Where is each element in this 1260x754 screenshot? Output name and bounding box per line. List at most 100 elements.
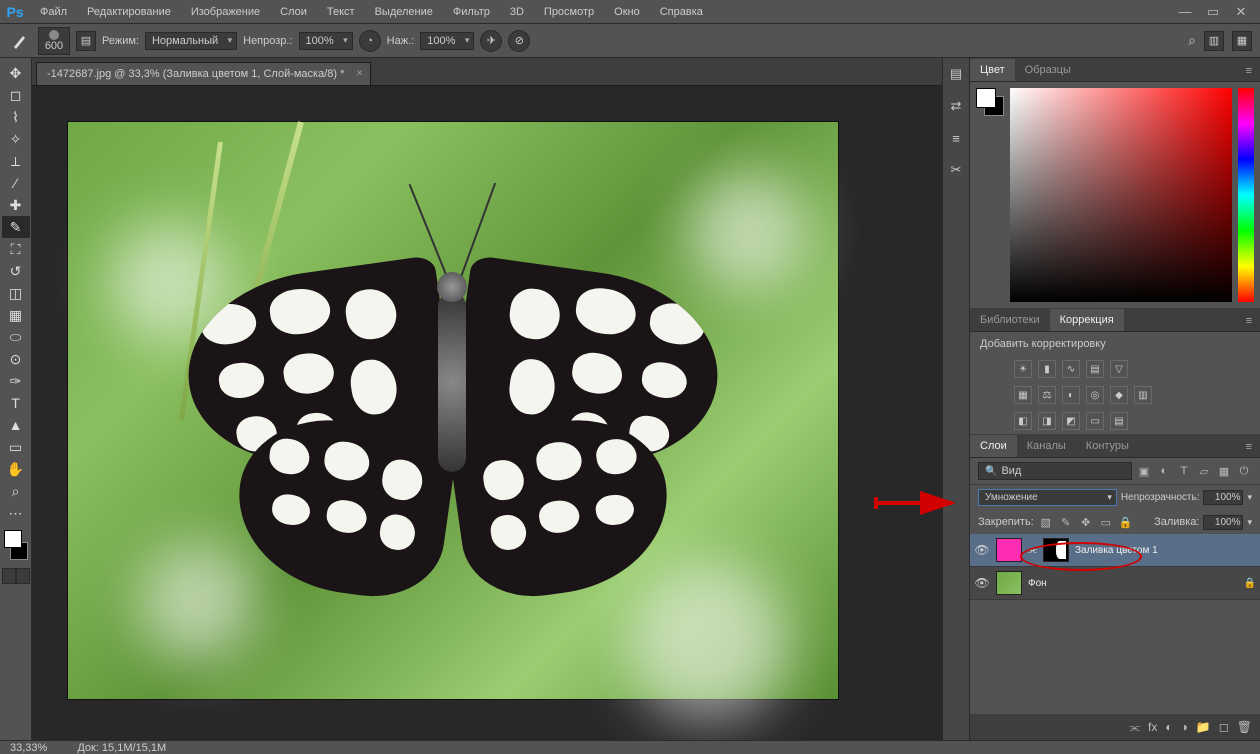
eyedropper-tool[interactable]: ⁄ [2, 172, 30, 194]
move-tool[interactable]: ✥ [2, 62, 30, 84]
history-brush-tool[interactable]: ↺ [2, 260, 30, 282]
link-layers-icon[interactable]: ⫘ [1129, 720, 1140, 735]
color-picker-field[interactable] [1010, 88, 1232, 302]
properties-panel-icon[interactable]: ⇄ [946, 96, 966, 116]
airbrush-button[interactable]: ✈ [480, 30, 502, 52]
layer-opacity-input[interactable]: 100% [1203, 490, 1243, 505]
crop-tool[interactable]: ⟂ [2, 150, 30, 172]
healing-tool[interactable]: ✚ [2, 194, 30, 216]
layer-fx-icon[interactable]: fx [1148, 720, 1157, 734]
screen-mode-button[interactable] [16, 568, 30, 584]
layer-row[interactable]: 👁 Фон 🔒 [970, 567, 1260, 600]
minimize-button[interactable]: — [1174, 4, 1196, 20]
filter-adjust-icon[interactable]: ◐ [1156, 463, 1172, 479]
layer-name[interactable]: Фон [1028, 578, 1047, 589]
hue-icon[interactable]: ▦ [1014, 386, 1032, 404]
tab-libraries[interactable]: Библиотеки [970, 309, 1050, 331]
quick-mask-button[interactable] [2, 568, 16, 584]
menu-filter[interactable]: Фильтр [443, 2, 500, 22]
type-tool[interactable]: T [2, 392, 30, 414]
pressure-size-button[interactable]: ⊘ [508, 30, 530, 52]
document-size[interactable]: Док: 15,1M/15,1M [77, 742, 166, 754]
menu-layers[interactable]: Слои [270, 2, 317, 22]
tab-paths[interactable]: Контуры [1076, 435, 1139, 457]
color-panel-menu[interactable]: ≡ [1238, 61, 1260, 81]
menu-help[interactable]: Справка [650, 2, 713, 22]
new-group-icon[interactable]: 📁 [1196, 720, 1211, 734]
curves-icon[interactable]: ∿ [1062, 360, 1080, 378]
lock-artboard-icon[interactable]: ▭ [1098, 514, 1114, 530]
tab-layers[interactable]: Слои [970, 435, 1017, 457]
filter-smart-icon[interactable]: ▦ [1216, 463, 1232, 479]
opacity-dropdown[interactable]: 100% [299, 32, 353, 50]
add-mask-icon[interactable]: ◐ [1165, 720, 1172, 734]
delete-layer-icon[interactable]: 🗑 [1237, 720, 1252, 734]
tab-channels[interactable]: Каналы [1017, 435, 1076, 457]
document-tab[interactable]: -1472687.jpg @ 33,3% (Заливка цветом 1, … [36, 62, 371, 85]
flow-dropdown[interactable]: 100% [420, 32, 474, 50]
zoom-tool[interactable]: ⌕ [2, 480, 30, 502]
posterize-icon[interactable]: ◨ [1038, 412, 1056, 430]
menu-3d[interactable]: 3D [500, 2, 534, 22]
lock-transparent-icon[interactable]: ▧ [1038, 514, 1054, 530]
new-adjustment-icon[interactable]: ◑ [1181, 720, 1188, 734]
dodge-tool[interactable]: ⊙ [2, 348, 30, 370]
current-tool-icon[interactable] [8, 29, 32, 53]
workspace-dock-button[interactable]: ▥ [1204, 31, 1224, 51]
chevron-down-icon[interactable]: ▾ [1247, 492, 1252, 503]
pressure-opacity-button[interactable]: ◔ [359, 30, 381, 52]
history-panel-icon[interactable]: ▤ [946, 64, 966, 84]
close-tab-icon[interactable]: × [357, 68, 363, 79]
hue-slider[interactable] [1238, 88, 1254, 302]
color-chips[interactable] [2, 530, 30, 560]
layer-mask-thumbnail[interactable] [1043, 538, 1069, 562]
menu-view[interactable]: Просмотр [534, 2, 604, 22]
exposure-icon[interactable]: ▤ [1086, 360, 1104, 378]
menu-edit[interactable]: Редактирование [77, 2, 181, 22]
chevron-down-icon[interactable]: ▾ [1247, 517, 1252, 528]
filter-shape-icon[interactable]: ▱ [1196, 463, 1212, 479]
invert-icon[interactable]: ◧ [1014, 412, 1032, 430]
filter-type-icon[interactable]: T [1176, 463, 1192, 479]
blur-tool[interactable]: ⬭ [2, 326, 30, 348]
filter-toggle-icon[interactable]: ⏻ [1236, 463, 1252, 479]
layer-name[interactable]: Заливка цветом 1 [1075, 545, 1158, 556]
zoom-level[interactable]: 33,33% [10, 742, 47, 754]
layer-kind-dropdown[interactable]: 🔍 Вид [978, 462, 1132, 480]
menu-text[interactable]: Текст [317, 2, 365, 22]
visibility-toggle[interactable]: 👁 [974, 576, 990, 590]
levels-icon[interactable]: ▮ [1038, 360, 1056, 378]
search-icon[interactable]: ⌕ [1188, 32, 1196, 49]
maximize-button[interactable]: ▭ [1202, 4, 1224, 20]
link-icon[interactable]: ⫘ [1028, 545, 1037, 556]
path-select-tool[interactable]: ▲ [2, 414, 30, 436]
menu-image[interactable]: Изображение [181, 2, 270, 22]
menu-file[interactable]: Файл [30, 2, 77, 22]
fill-input[interactable]: 100% [1203, 515, 1243, 530]
filter-pixel-icon[interactable]: ▣ [1136, 463, 1152, 479]
lock-all-icon[interactable]: 🔒 [1118, 514, 1134, 530]
photo-filter-icon[interactable]: ◎ [1086, 386, 1104, 404]
tools-panel-icon[interactable]: ✂ [946, 160, 966, 180]
channel-mixer-icon[interactable]: ◆ [1110, 386, 1128, 404]
layer-row[interactable]: 👁 ⫘ Заливка цветом 1 [970, 534, 1260, 567]
canvas-viewport[interactable] [32, 86, 942, 740]
tab-color[interactable]: Цвет [970, 59, 1015, 81]
layer-thumbnail[interactable] [996, 571, 1022, 595]
brightness-icon[interactable]: ☀ [1014, 360, 1032, 378]
canvas[interactable] [68, 122, 838, 699]
color-balance-icon[interactable]: ⚖ [1038, 386, 1056, 404]
pen-tool[interactable]: ✑ [2, 370, 30, 392]
blend-mode-dropdown[interactable]: Нормальный [145, 32, 237, 50]
panel-fg-chip[interactable] [976, 88, 996, 108]
gradient-map-icon[interactable]: ▭ [1086, 412, 1104, 430]
selective-color-icon[interactable]: ▤ [1110, 412, 1128, 430]
marquee-tool[interactable]: ◻ [2, 84, 30, 106]
vibrance-icon[interactable]: ▽ [1110, 360, 1128, 378]
lasso-tool[interactable]: ⌇ [2, 106, 30, 128]
gradient-tool[interactable]: ▦ [2, 304, 30, 326]
tab-swatches[interactable]: Образцы [1015, 59, 1081, 81]
brush-panel-button[interactable]: ▤ [76, 31, 96, 51]
tab-correction[interactable]: Коррекция [1050, 309, 1124, 331]
layers-panel-menu[interactable]: ≡ [1238, 437, 1260, 457]
